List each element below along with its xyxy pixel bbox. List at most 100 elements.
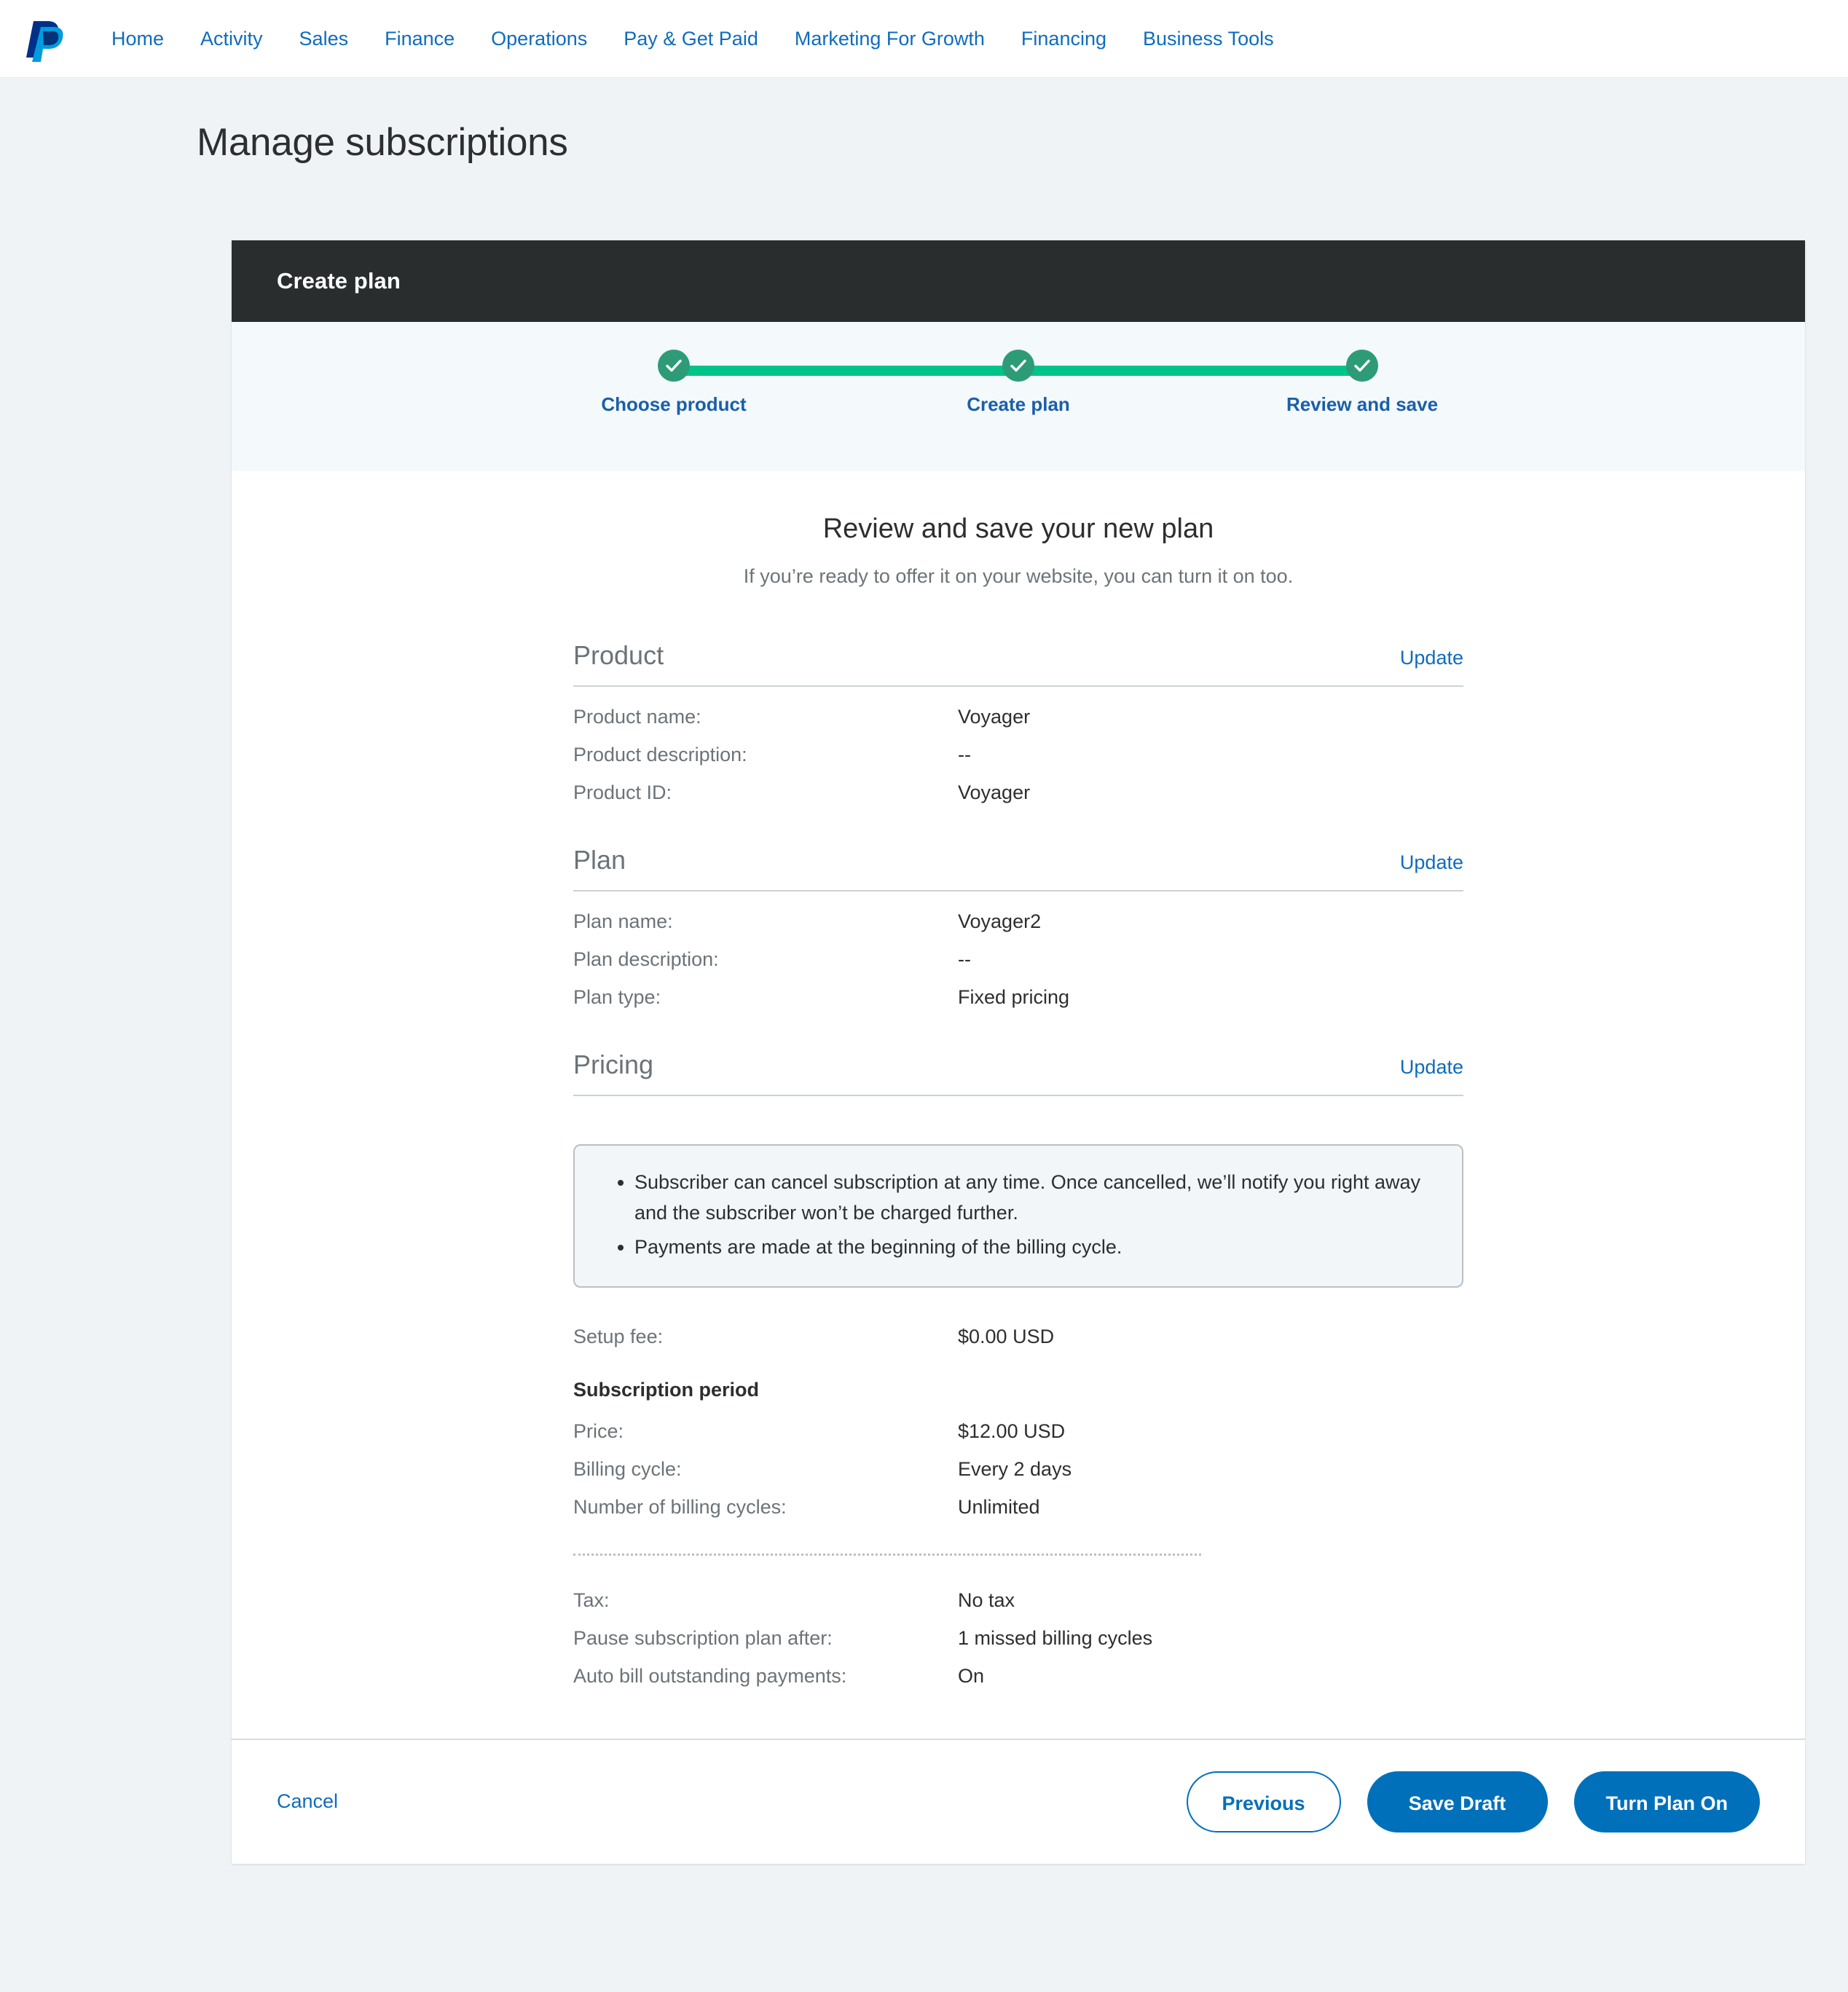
row-label: Setup fee:	[573, 1325, 664, 1347]
page-title: Manage subscriptions	[197, 121, 568, 164]
table-row: Plan description: --	[573, 948, 1463, 971]
progress-stepper-band: Choose product Create plan Review and sa…	[232, 322, 1805, 471]
section-title-product: Product	[573, 640, 664, 670]
pricing-info-box: Subscriber can cancel subscription at an…	[573, 1144, 1463, 1288]
setup-fee-rows: Setup fee: $0.00 USD	[573, 1288, 1463, 1348]
table-row: Plan name: Voyager2	[573, 910, 1463, 933]
stepper-label-choose-product: Choose product	[601, 393, 747, 415]
row-value: Fixed pricing	[958, 986, 1070, 1008]
card-header-title: Create plan	[277, 268, 401, 294]
table-row: Setup fee: $0.00 USD	[573, 1326, 1463, 1348]
stepper-label-create-plan: Create plan	[967, 393, 1070, 415]
row-value: Every 2 days	[958, 1457, 1072, 1480]
row-value: --	[958, 744, 971, 765]
check-icon	[1002, 350, 1034, 382]
update-link-pricing[interactable]: Update	[1400, 1056, 1463, 1079]
section-pricing: Pricing Update Subscriber can cancel sub…	[573, 1050, 1463, 1688]
nav-link-business-tools[interactable]: Business Tools	[1125, 22, 1292, 56]
top-navigation-bar: Home Activity Sales Finance Operations P…	[0, 0, 1848, 78]
table-row: Number of billing cycles: Unlimited	[573, 1496, 1463, 1519]
update-link-plan[interactable]: Update	[1400, 851, 1463, 874]
section-rows-product: Product name: Voyager Product descriptio…	[573, 687, 1463, 804]
table-row: Pause subscription plan after: 1 missed …	[573, 1627, 1463, 1650]
table-row: Plan type: Fixed pricing	[573, 986, 1463, 1009]
row-label: Product name:	[573, 706, 701, 728]
check-icon	[658, 350, 690, 382]
dotted-divider	[573, 1553, 1201, 1556]
row-value: No tax	[958, 1589, 1015, 1611]
paypal-logo-icon[interactable]	[26, 17, 67, 62]
review-content: Product Update Product name: Voyager Pro…	[573, 588, 1463, 1688]
nav-link-pay-and-get-paid[interactable]: Pay & Get Paid	[605, 22, 776, 56]
turn-plan-on-button[interactable]: Turn Plan On	[1573, 1771, 1760, 1832]
row-label: Product description:	[573, 744, 747, 765]
row-label: Number of billing cycles:	[573, 1495, 787, 1518]
update-link-product[interactable]: Update	[1400, 647, 1463, 669]
section-head-plan: Plan Update	[573, 845, 1463, 891]
table-row: Auto bill outstanding payments: On	[573, 1665, 1463, 1688]
row-label: Product ID:	[573, 782, 672, 803]
list-item: Subscriber can cancel subscription at an…	[634, 1168, 1433, 1229]
row-label: Plan name:	[573, 910, 673, 932]
list-item: Payments are made at the beginning of th…	[634, 1232, 1433, 1263]
row-value: Voyager2	[958, 910, 1042, 932]
stepper-label-review-and-save: Review and save	[1286, 393, 1439, 415]
save-draft-button[interactable]: Save Draft	[1367, 1771, 1548, 1832]
row-label: Tax:	[573, 1589, 610, 1611]
section-product: Product Update Product name: Voyager Pro…	[573, 640, 1463, 804]
nav-link-operations[interactable]: Operations	[473, 22, 605, 56]
page-container: Manage subscriptions Create plan Choose …	[0, 78, 1848, 1951]
pricing-notes-list: Subscriber can cancel subscription at an…	[604, 1168, 1433, 1263]
review-subheading: If you’re ready to offer it on your webs…	[743, 565, 1294, 587]
nav-link-activity[interactable]: Activity	[182, 22, 281, 56]
nav-links: Home Activity Sales Finance Operations P…	[93, 22, 1292, 56]
table-row: Price: $12.00 USD	[573, 1420, 1463, 1443]
section-plan: Plan Update Plan name: Voyager2 Plan des…	[573, 845, 1463, 1009]
cancel-button[interactable]: Cancel	[277, 1790, 338, 1813]
nav-link-marketing-for-growth[interactable]: Marketing For Growth	[776, 22, 1003, 56]
row-value: Unlimited	[958, 1495, 1040, 1518]
section-head-product: Product Update	[573, 640, 1463, 687]
row-value: $12.00 USD	[958, 1420, 1066, 1442]
section-head-pricing: Pricing Update	[573, 1050, 1463, 1096]
section-title-pricing: Pricing	[573, 1050, 654, 1079]
pricing-extra-rows: Tax: No tax Pause subscription plan afte…	[573, 1589, 1463, 1688]
nav-link-sales[interactable]: Sales	[281, 22, 367, 56]
row-value: Voyager	[958, 706, 1031, 728]
row-label: Plan description:	[573, 948, 719, 970]
row-value: On	[958, 1664, 985, 1687]
check-icon	[1346, 350, 1378, 382]
row-label: Price:	[573, 1420, 624, 1442]
nav-link-home[interactable]: Home	[93, 22, 182, 56]
table-row: Product name: Voyager	[573, 706, 1463, 728]
section-rows-plan: Plan name: Voyager2 Plan description: --…	[573, 891, 1463, 1009]
card-footer: Cancel Previous Save Draft Turn Plan On	[232, 1738, 1805, 1864]
table-row: Billing cycle: Every 2 days	[573, 1458, 1463, 1481]
stepper-step-review-and-save[interactable]: Review and save	[1253, 350, 1471, 416]
stepper-step-create-plan[interactable]: Create plan	[909, 350, 1128, 416]
subscription-period-title: Subscription period	[573, 1378, 760, 1401]
review-heading: Review and save your new plan	[822, 513, 1214, 544]
row-label: Billing cycle:	[573, 1457, 682, 1480]
row-value: --	[958, 948, 971, 970]
subscription-period-rows: Price: $12.00 USD Billing cycle: Every 2…	[573, 1420, 1463, 1519]
nav-link-finance[interactable]: Finance	[366, 22, 473, 56]
row-value: Voyager	[958, 782, 1031, 803]
row-label: Pause subscription plan after:	[573, 1626, 833, 1649]
progress-stepper: Choose product Create plan Review and sa…	[370, 322, 1667, 415]
previous-button[interactable]: Previous	[1186, 1771, 1341, 1832]
row-label: Plan type:	[573, 986, 661, 1008]
card-header: Create plan	[232, 240, 1805, 322]
table-row: Product description: --	[573, 744, 1463, 766]
row-value: $0.00 USD	[958, 1325, 1055, 1347]
table-row: Product ID: Voyager	[573, 782, 1463, 804]
stepper-step-choose-product[interactable]: Choose product	[565, 350, 783, 416]
row-value: 1 missed billing cycles	[958, 1626, 1153, 1649]
row-label: Auto bill outstanding payments:	[573, 1664, 847, 1687]
card-body: Review and save your new plan If you’re …	[232, 471, 1805, 1739]
section-title-plan: Plan	[573, 845, 626, 875]
nav-link-financing[interactable]: Financing	[1003, 22, 1125, 56]
